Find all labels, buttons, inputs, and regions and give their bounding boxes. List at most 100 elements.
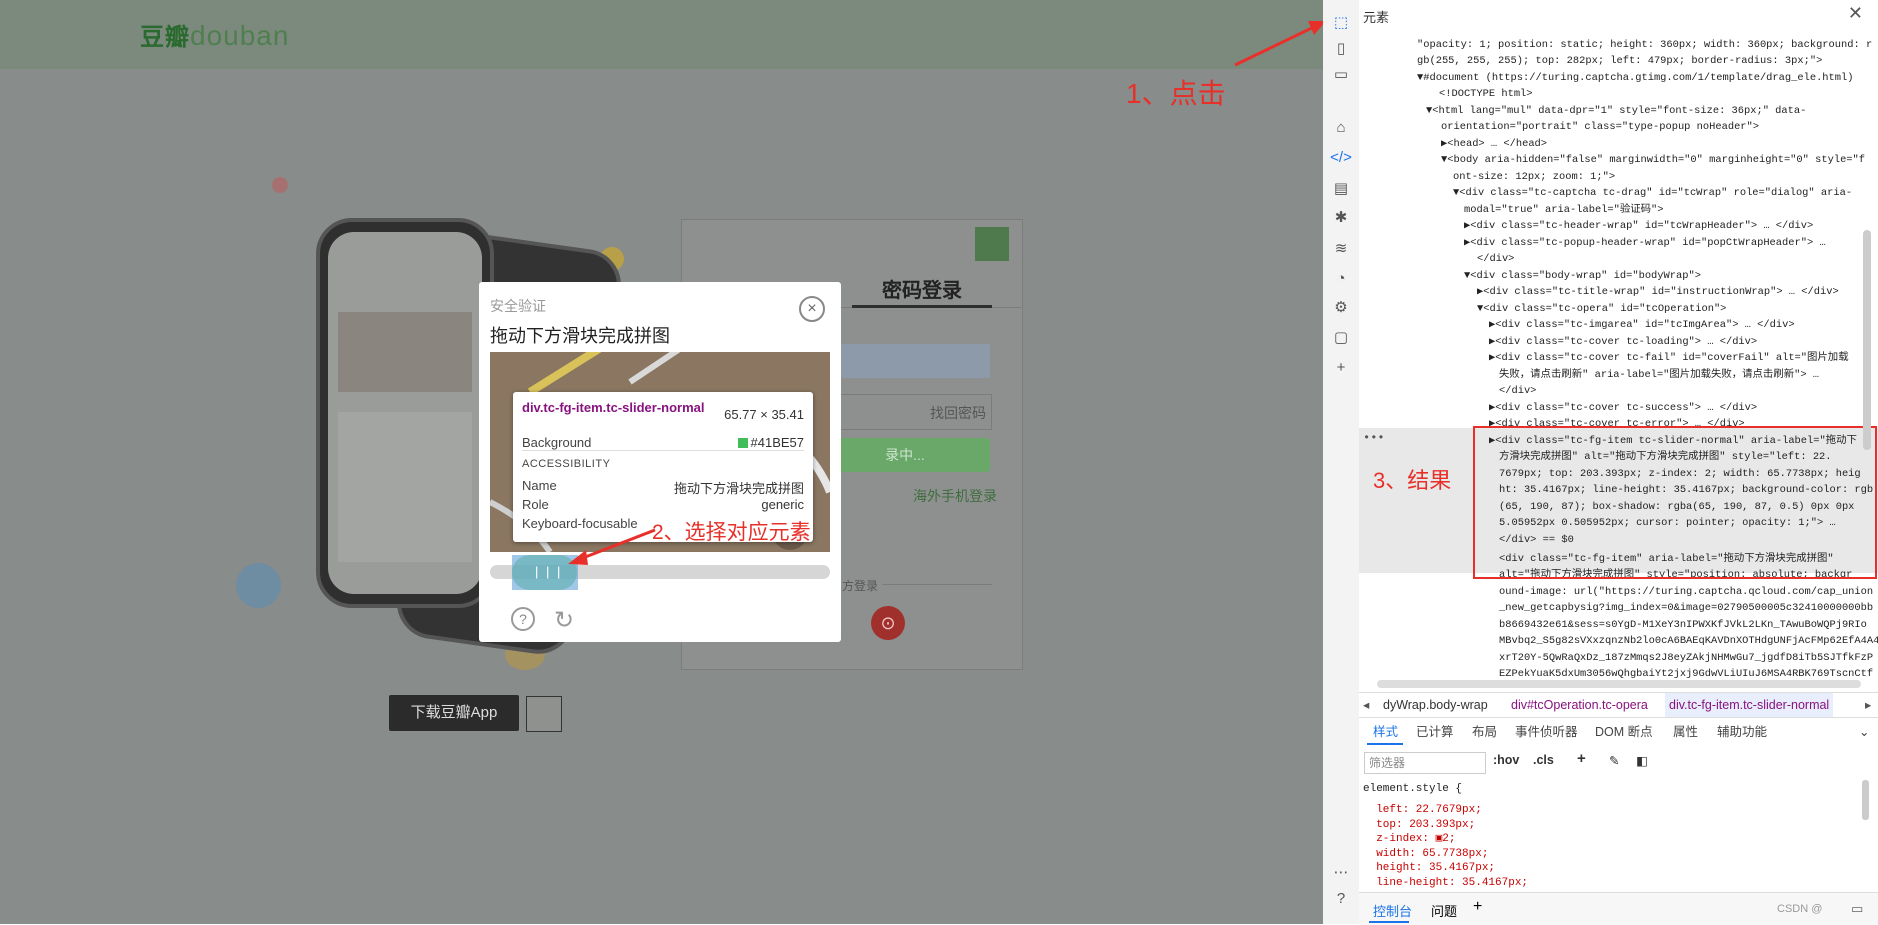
dom-line[interactable]: ▶<div class="tc-imgarea" id="tcImgArea">… — [1489, 317, 1795, 333]
dom-line[interactable]: ound-image: url("https://turing.captcha.… — [1499, 584, 1873, 600]
dom-line[interactable]: ▶<head> … </head> — [1441, 136, 1547, 152]
tooltip-selector: div.tc-fg-item.tc-slider-normal — [522, 400, 705, 415]
breadcrumb-item[interactable]: div#tcOperation.tc-opera — [1511, 693, 1648, 717]
network-wifi-icon[interactable]: ≋ — [1330, 238, 1352, 260]
drawer-dock-icon[interactable]: ▭ — [1851, 901, 1863, 917]
dom-vertical-scrollbar[interactable] — [1863, 230, 1871, 450]
tab-console[interactable]: 控制台 — [1373, 901, 1412, 920]
settings-gear-icon[interactable]: ⚙ — [1330, 297, 1352, 319]
dom-line[interactable]: ▼<div class="tc-captcha tc-drag" id="tcW… — [1453, 185, 1852, 201]
dom-line[interactable]: modal="true" aria-label="验证码"> — [1464, 202, 1664, 218]
hov-button[interactable]: :hov — [1493, 753, 1519, 767]
dom-line[interactable]: ▶<div class="tc-cover tc-loading"> … </d… — [1489, 334, 1757, 350]
close-icon[interactable]: × — [799, 296, 825, 322]
add-tab-icon[interactable]: + — [1473, 898, 1482, 916]
application-icon[interactable]: ▢ — [1330, 327, 1352, 349]
device-toggle-icon[interactable]: ▯ — [1330, 38, 1352, 60]
qr-corner-icon[interactable] — [975, 227, 1009, 261]
dom-tree: "opacity: 1; position: static; height: 3… — [1359, 30, 1878, 680]
dom-line[interactable]: "opacity: 1; position: static; height: 3… — [1417, 37, 1872, 53]
refresh-icon[interactable]: ↻ — [554, 606, 574, 635]
chevron-down-icon[interactable]: ⌄ — [1859, 718, 1869, 746]
dom-line[interactable]: ▼#document (https://turing.captcha.gtimg… — [1417, 70, 1853, 86]
drawer-tabs: 控制台 问题 + CSDN @ ▭ — [1359, 892, 1878, 925]
help-icon[interactable]: ? — [1330, 888, 1352, 910]
style-rule-selector[interactable]: element.style { — [1363, 782, 1462, 797]
console-icon[interactable]: ▤ — [1330, 178, 1352, 200]
tab-layout[interactable]: 布局 — [1472, 718, 1497, 746]
dom-line[interactable]: ▼<body aria-hidden="false" marginwidth="… — [1441, 152, 1865, 168]
dom-line[interactable]: ▶<div class="tc-cover tc-success"> … </d… — [1489, 400, 1757, 416]
dom-line[interactable]: ▶<div class="tc-cover tc-fail" id="cover… — [1489, 350, 1849, 366]
dom-line[interactable]: EZPekYuaK5dxUm3056wQhgbaiYt2jxj9GdwVLiUI… — [1499, 666, 1873, 680]
breadcrumb-item[interactable]: dyWrap.body-wrap — [1383, 693, 1488, 717]
phone-input[interactable] — [820, 344, 990, 378]
dom-line[interactable]: 失败，请点击刷新" aria-label="图片加载失败，请点击刷新"> … — [1499, 367, 1819, 383]
styles-scrollbar[interactable] — [1862, 780, 1869, 820]
inspect-element-icon[interactable]: ⬚ — [1330, 12, 1352, 34]
add-rule-icon[interactable]: + — [1577, 750, 1586, 767]
third-party-divider — [882, 584, 992, 585]
dom-line[interactable]: ▼<div class="body-wrap" id="bodyWrap"> — [1464, 268, 1701, 284]
phone-mockup-front — [316, 218, 494, 608]
filter-input[interactable]: 筛选器 — [1364, 752, 1486, 774]
login-button[interactable]: 录中... — [820, 438, 990, 472]
dom-line[interactable]: b8669432e61&sess=s0YgD-M1XeY3nIPWXKfJVkL… — [1499, 617, 1867, 633]
breadcrumb-next-icon[interactable]: ▸ — [1865, 693, 1871, 717]
download-app-button[interactable]: 下载豆瓣App — [389, 695, 519, 731]
cls-button[interactable]: .cls — [1533, 753, 1554, 767]
tab-event-listeners[interactable]: 事件侦听器 — [1515, 718, 1578, 746]
overseas-phone-login-link[interactable]: 海外手机登录 — [913, 486, 997, 506]
add-tool-icon[interactable]: + — [1330, 357, 1352, 379]
close-icon[interactable]: ✕ — [1848, 3, 1863, 24]
tab-styles[interactable]: 样式 — [1373, 718, 1398, 746]
app-qr-icon[interactable] — [526, 696, 562, 732]
dom-line[interactable]: xrT20Y-5QwRaQxDz_187zMmqs2J8eyZAkjNHMwGu… — [1499, 650, 1873, 666]
douban-login-page: 豆瓣douban 密码登录 找回密码 录中... 海外手机登录 方登录 ⊙ 下载… — [0, 0, 1323, 924]
dom-line[interactable]: orientation="portrait" class="type-popup… — [1441, 119, 1759, 135]
dom-horizontal-scrollbar[interactable] — [1377, 680, 1861, 688]
dom-line[interactable]: </div> — [1477, 251, 1514, 267]
style-property[interactable]: top: 203.393px; — [1363, 818, 1475, 833]
breadcrumb-item-current[interactable]: div.tc-fg-item.tc-slider-normal — [1665, 693, 1834, 717]
dom-line[interactable]: </div> — [1499, 383, 1536, 399]
style-property[interactable]: width: 65.7738px; — [1363, 847, 1488, 862]
style-property[interactable]: line-height: 35.4167px; — [1363, 876, 1528, 890]
tooltip-name-label: Name — [522, 478, 557, 493]
dom-line[interactable]: _new_getcapbysig?img_index=0&image=02790… — [1499, 600, 1873, 616]
dom-line[interactable]: ▼<div class="tc-opera" id="tcOperation"> — [1477, 301, 1726, 317]
style-property[interactable]: height: 35.4167px; — [1363, 861, 1495, 876]
breadcrumb-prev-icon[interactable]: ◂ — [1363, 693, 1369, 717]
performance-icon[interactable]: ◔ — [1330, 268, 1352, 290]
dom-line[interactable]: ont-size: 12px; zoom: 1;"> — [1453, 169, 1615, 185]
tab-properties[interactable]: 属性 — [1673, 718, 1698, 746]
dom-line[interactable]: gb(255, 255, 255); top: 282px; left: 479… — [1417, 53, 1822, 69]
style-property[interactable]: left: 22.7679px; — [1363, 803, 1482, 818]
dom-line[interactable]: ▶<div class="tc-header-wrap" id="tcWrapH… — [1464, 218, 1813, 234]
more-icon[interactable]: ⋯ — [1330, 862, 1352, 884]
dock-icon[interactable]: ▭ — [1330, 64, 1352, 86]
dom-line[interactable]: ▼<html lang="mul" data-dpr="1" style="fo… — [1426, 103, 1806, 119]
dom-line[interactable]: ▶<div class="tc-title-wrap" id="instruct… — [1477, 284, 1839, 300]
debugger-bug-icon[interactable]: ✱ — [1330, 207, 1352, 229]
help-icon[interactable]: ? — [511, 607, 535, 631]
tab-computed[interactable]: 已计算 — [1416, 718, 1454, 746]
douban-logo[interactable]: 豆瓣douban — [140, 17, 289, 52]
tab-dom-breakpoints[interactable]: DOM 断点 — [1595, 718, 1653, 746]
forgot-password-link[interactable]: 找回密码 — [930, 403, 986, 423]
style-property[interactable]: z-index: ▣2; — [1363, 832, 1455, 847]
color-picker-icon[interactable]: ✎ — [1609, 753, 1619, 768]
tab-password-login[interactable]: 密码登录 — [852, 274, 992, 303]
tab-accessibility[interactable]: 辅助功能 — [1717, 718, 1767, 746]
dom-line[interactable]: <!DOCTYPE html> — [1439, 86, 1533, 102]
toggle-sidebar-icon[interactable]: ◧ — [1636, 753, 1648, 768]
dom-line[interactable]: MBvbq2_S5g82sVXxzqnzNb2lo0cA6BAEqKAVDnXO… — [1499, 633, 1878, 649]
weibo-login-icon[interactable]: ⊙ — [871, 606, 905, 640]
elements-code-icon[interactable]: </> — [1330, 147, 1352, 169]
tab-issues[interactable]: 问题 — [1431, 901, 1457, 920]
annotation-step-2: 2、选择对应元素 — [652, 521, 811, 544]
dom-line[interactable]: ▶<div class="tc-popup-header-wrap" id="p… — [1464, 235, 1826, 251]
ellipsis-icon[interactable]: ••• — [1363, 430, 1385, 446]
captcha-instruction: 拖动下方滑块完成拼图 — [490, 326, 670, 346]
home-icon[interactable]: ⌂ — [1330, 117, 1352, 139]
